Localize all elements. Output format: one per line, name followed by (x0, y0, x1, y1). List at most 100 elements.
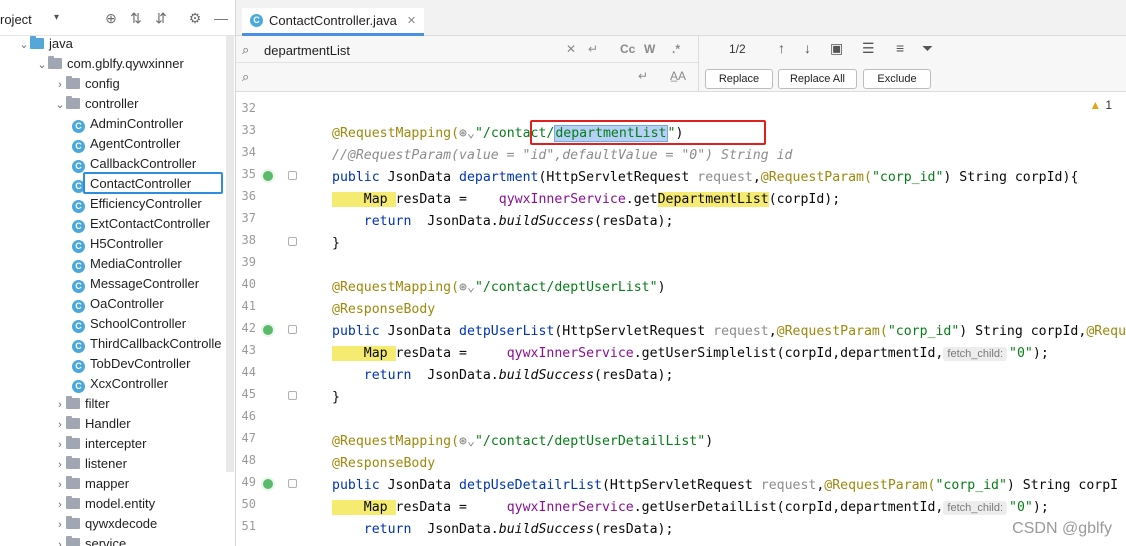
bean-gutter-icon[interactable] (261, 169, 275, 183)
warning-badge[interactable]: ▲ 1 (1089, 98, 1112, 112)
line-number: 39 (241, 255, 256, 269)
code-line-48: @ResponseBody (332, 453, 435, 475)
code-text: JsonData (387, 478, 460, 493)
tree-item-label: OaController (90, 296, 164, 311)
tree-item-listener[interactable]: › listener (54, 454, 127, 474)
chevron-right-icon[interactable]: › (54, 415, 66, 435)
tree-item-mediacontroller[interactable]: C MediaController (72, 254, 182, 274)
tree-item-com-gblfy-qywxinner[interactable]: ⌄ com.gblfy.qywxinner (36, 54, 184, 74)
tree-item-controller[interactable]: ⌄ controller (54, 94, 138, 114)
code-text: (HttpServletRequest (554, 324, 714, 339)
tree-item-model-entity[interactable]: › model.entity (54, 494, 155, 514)
bean-gutter-icon[interactable] (261, 477, 275, 491)
search-icon[interactable]: ⌕ (242, 42, 249, 58)
preserve-case-toggle[interactable]: A̲A (670, 69, 686, 83)
tree-item-efficiencycontroller[interactable]: C EfficiencyController (72, 194, 202, 214)
tree-item-java[interactable]: ⌄ java (18, 34, 73, 54)
web-endpoint-icon[interactable]: ⊛⌄ (459, 434, 475, 449)
line-number: 37 (241, 211, 256, 225)
chevron-right-icon[interactable]: › (54, 435, 66, 455)
minimize-icon[interactable]: — (213, 10, 229, 26)
clear-icon[interactable]: ✕ (566, 42, 576, 56)
tab-contact-controller[interactable]: C ContactController.java ✕ (242, 8, 425, 36)
regex-toggle[interactable]: .* (672, 42, 680, 56)
tree-item-xcxcontroller[interactable]: C XcxController (72, 374, 168, 394)
web-endpoint-icon[interactable]: ⊛⌄ (459, 126, 475, 141)
tree-item-agentcontroller[interactable]: C AgentController (72, 134, 180, 154)
select-all-occurrences-icon[interactable]: ▣ (830, 40, 843, 57)
tree-item-messagecontroller[interactable]: C MessageController (72, 274, 199, 294)
warning-count: 1 (1105, 98, 1112, 112)
replace-input[interactable] (264, 68, 564, 86)
replace-button[interactable]: Replace (705, 69, 773, 89)
web-endpoint-icon[interactable]: ⊛⌄ (459, 280, 475, 295)
tree-item-label: Handler (85, 416, 131, 431)
exclude-button[interactable]: Exclude (863, 69, 931, 89)
code-text: resData = (395, 500, 507, 515)
line-number: 32 (241, 101, 256, 115)
field: qywxInnerService (506, 346, 634, 361)
whole-words-toggle[interactable]: W (644, 42, 655, 56)
tree-item-handler[interactable]: › Handler (54, 414, 131, 434)
replace-all-button[interactable]: Replace All (778, 69, 857, 89)
locate-icon[interactable]: ⊕ (103, 10, 119, 26)
tree-item-filter[interactable]: › filter (54, 394, 110, 414)
tree-item-mapper[interactable]: › mapper (54, 474, 129, 494)
tree-item-qywxdecode[interactable]: › qywxdecode (54, 514, 157, 534)
tree-item-callbackcontroller[interactable]: C CallbackController (72, 154, 196, 174)
multiline-icon[interactable]: ≡ (896, 40, 904, 56)
annotation: @RequestParam( (760, 170, 872, 185)
replace-icon[interactable]: ⌕ (242, 69, 249, 85)
line-number: 41 (241, 299, 256, 313)
line-number: 33 (241, 123, 256, 137)
new-line-icon[interactable]: ↵ (588, 42, 598, 56)
project-scrollbar[interactable] (226, 36, 234, 472)
annotation: @ResponseBody (332, 456, 436, 471)
tree-item-extcontactcontroller[interactable]: C ExtContactController (72, 214, 210, 234)
class-icon: C (72, 160, 85, 173)
filter-icon[interactable]: ⏷ (922, 40, 933, 57)
tree-item-label: EfficiencyController (90, 196, 202, 211)
folder-icon (66, 536, 80, 546)
code-line-45: } (332, 387, 340, 409)
up-arrow-icon[interactable]: ↑ (778, 40, 785, 56)
chevron-right-icon[interactable]: › (54, 455, 66, 475)
search-input[interactable] (264, 41, 564, 59)
string-literal: "corp_id" (871, 170, 944, 185)
folder-icon (66, 76, 80, 89)
tree-item-admincontroller[interactable]: C AdminController (72, 114, 183, 134)
tree-item-schoolcontroller[interactable]: C SchoolController (72, 314, 186, 334)
chevron-right-icon[interactable]: › (54, 535, 66, 546)
close-icon[interactable]: ✕ (407, 14, 416, 27)
code-area[interactable]: ▲ 1 @RequestMapping(⊛⌄"/contact/departmen… (296, 92, 1126, 546)
tree-item-service[interactable]: › service (54, 534, 126, 546)
chevron-down-icon[interactable]: ⌄ (18, 35, 30, 55)
expand-all-icon[interactable]: ⇅ (128, 10, 144, 26)
tree-item-thirdcallbackcontrolle[interactable]: C ThirdCallbackControlle (72, 334, 222, 354)
tree-item-tobdevcontroller[interactable]: C TobDevController (72, 354, 190, 374)
collapse-all-icon[interactable]: ⇵ (153, 10, 169, 26)
chevron-right-icon[interactable]: › (54, 395, 66, 415)
chevron-down-icon[interactable]: ▾ (54, 12, 59, 23)
tree-item-config[interactable]: › config (54, 74, 120, 94)
code-text: ); (1032, 500, 1049, 515)
tree-item-oacontroller[interactable]: C OaController (72, 294, 164, 314)
in-selection-icon[interactable]: ☰ (862, 40, 875, 57)
gear-icon[interactable]: ⚙ (187, 10, 203, 26)
bean-gutter-icon[interactable] (261, 323, 275, 337)
chevron-right-icon[interactable]: › (54, 75, 66, 95)
parameter-hint: fetch_child: (943, 347, 1008, 361)
tree-item-intercepter[interactable]: › intercepter (54, 434, 146, 454)
chevron-right-icon[interactable]: › (54, 475, 66, 495)
field: qywxInnerService (498, 192, 626, 207)
match-case-toggle[interactable]: Cc (620, 42, 635, 56)
chevron-right-icon[interactable]: › (54, 495, 66, 515)
chevron-down-icon[interactable]: ⌄ (36, 55, 48, 75)
find-row: ⌕ ✕ ↵ Cc W .* (236, 37, 698, 63)
down-arrow-icon[interactable]: ↓ (804, 40, 811, 56)
new-line-icon[interactable]: ↵ (638, 69, 648, 83)
chevron-down-icon[interactable]: ⌄ (54, 95, 66, 115)
tab-bar: C ContactController.java ✕ (236, 0, 1126, 36)
tree-item-h5controller[interactable]: C H5Controller (72, 234, 163, 254)
chevron-right-icon[interactable]: › (54, 515, 66, 535)
